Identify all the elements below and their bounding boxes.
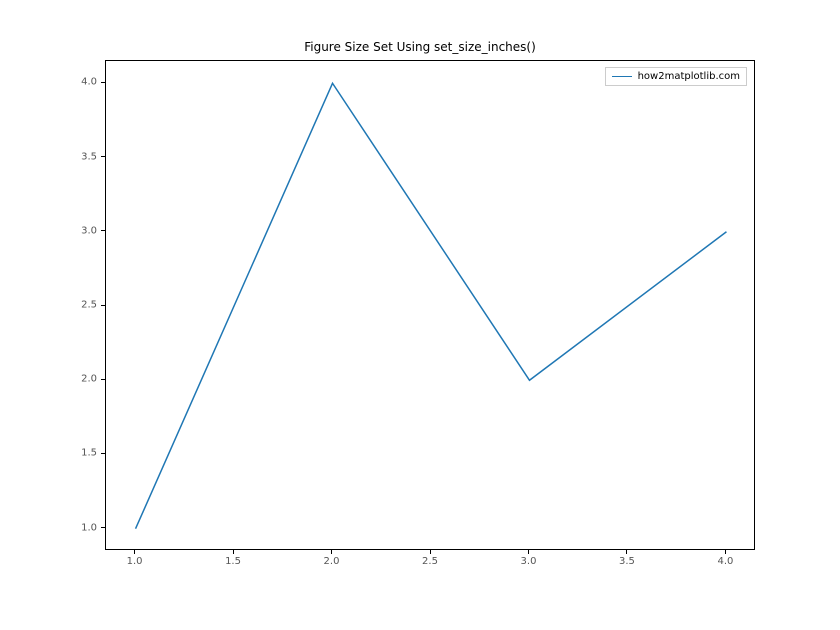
y-tick-mark (101, 305, 105, 306)
legend-swatch (612, 76, 632, 78)
y-tick-mark (101, 156, 105, 157)
chart-title: Figure Size Set Using set_size_inches() (304, 40, 536, 54)
y-tick-label: 2.0 (81, 374, 97, 385)
x-tick-label: 1.0 (127, 556, 143, 567)
plot-area: how2matplotlib.com (105, 60, 755, 550)
y-tick-mark (101, 379, 105, 380)
x-tick-mark (626, 550, 627, 554)
line-series (106, 61, 754, 549)
x-tick-mark (725, 550, 726, 554)
x-tick-label: 3.5 (619, 556, 635, 567)
y-tick-mark (101, 527, 105, 528)
y-tick-label: 4.0 (81, 77, 97, 88)
y-tick-mark (101, 230, 105, 231)
y-tick-label: 1.0 (81, 522, 97, 533)
y-tick-mark (101, 82, 105, 83)
x-tick-mark (134, 550, 135, 554)
y-tick-label: 3.0 (81, 225, 97, 236)
x-tick-label: 3.0 (521, 556, 537, 567)
y-tick-label: 1.5 (81, 448, 97, 459)
legend-label: how2matplotlib.com (638, 71, 740, 82)
y-tick-mark (101, 453, 105, 454)
x-tick-mark (233, 550, 234, 554)
x-tick-mark (528, 550, 529, 554)
y-tick-label: 2.5 (81, 300, 97, 311)
legend: how2matplotlib.com (605, 67, 747, 86)
x-tick-mark (430, 550, 431, 554)
x-tick-label: 1.5 (225, 556, 241, 567)
x-tick-label: 2.0 (324, 556, 340, 567)
x-tick-mark (331, 550, 332, 554)
x-tick-label: 2.5 (422, 556, 438, 567)
x-tick-label: 4.0 (718, 556, 734, 567)
y-tick-label: 3.5 (81, 151, 97, 162)
